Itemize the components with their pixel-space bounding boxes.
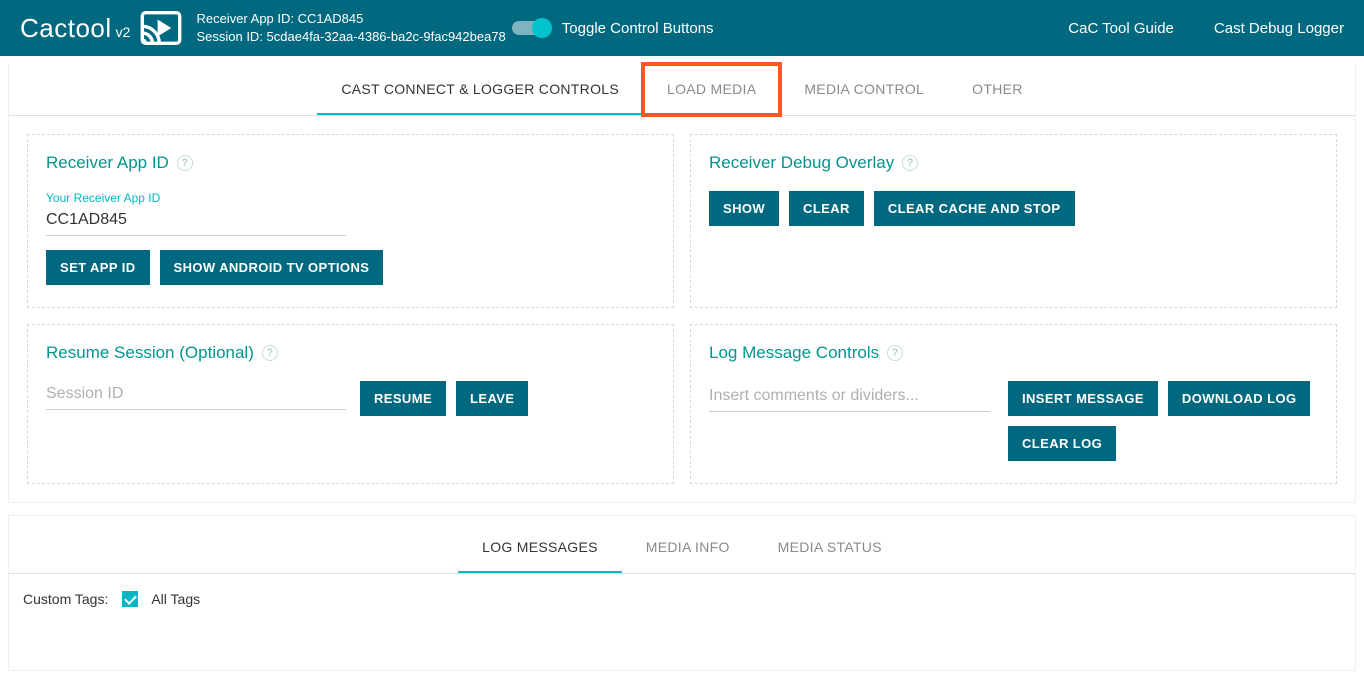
show-android-tv-options-button[interactable]: SHOW ANDROID TV OPTIONS [160,250,384,285]
session-ids: Receiver App ID: CC1AD845 Session ID: 5c… [196,10,505,46]
main-tabs: CAST CONNECT & LOGGER CONTROLS LOAD MEDI… [9,64,1355,116]
main-panel: CAST CONNECT & LOGGER CONTROLS LOAD MEDI… [8,64,1356,503]
card-title: Log Message Controls ? [709,343,1318,363]
help-icon[interactable]: ? [902,155,918,171]
toggle-switch-icon [512,21,548,35]
receiver-app-id-input[interactable] [46,207,346,236]
receiver-app-id-text: Receiver App ID: CC1AD845 [196,10,505,28]
show-button[interactable]: SHOW [709,191,779,226]
card-receiver-debug-overlay: Receiver Debug Overlay ? SHOW CLEAR CLEA… [690,134,1337,308]
card-title-text: Resume Session (Optional) [46,343,254,363]
card-title: Receiver App ID ? [46,153,655,173]
brand-main: Cactool [20,13,112,44]
clear-log-button[interactable]: CLEAR LOG [1008,426,1116,461]
card-title: Receiver Debug Overlay ? [709,153,1318,173]
clear-cache-and-stop-button[interactable]: CLEAR CACHE AND STOP [874,191,1075,226]
card-receiver-app-id: Receiver App ID ? Your Receiver App ID S… [27,134,674,308]
card-title-text: Receiver Debug Overlay [709,153,894,173]
card-title-text: Log Message Controls [709,343,879,363]
leave-button[interactable]: LEAVE [456,381,528,416]
log-tabs: LOG MESSAGES MEDIA INFO MEDIA STATUS [9,522,1355,574]
session-id-text: Session ID: 5cdae4fa-32aa-4386-ba2c-9fac… [196,28,505,46]
help-icon[interactable]: ? [177,155,193,171]
custom-tags-label: Custom Tags: [23,591,108,607]
tab-cast-connect[interactable]: CAST CONNECT & LOGGER CONTROLS [317,64,643,115]
cac-tool-guide-link[interactable]: CaC Tool Guide [1068,20,1174,37]
cast-debug-logger-link[interactable]: Cast Debug Logger [1214,20,1344,37]
tab-log-messages[interactable]: LOG MESSAGES [458,522,622,573]
card-resume-session: Resume Session (Optional) ? RESUME LEAVE [27,324,674,484]
brand-version: v2 [116,24,131,40]
all-tags-checkbox[interactable] [122,591,138,607]
receiver-app-id-field: Your Receiver App ID [46,191,346,236]
custom-tags-row: Custom Tags: All Tags [9,574,1355,610]
log-comment-input[interactable] [709,381,990,412]
session-id-input[interactable] [46,381,346,410]
cast-icon [140,11,182,45]
card-log-message-controls: Log Message Controls ? INSERT MESSAGE DO… [690,324,1337,484]
card-title: Resume Session (Optional) ? [46,343,655,363]
cards-grid: Receiver App ID ? Your Receiver App ID S… [9,116,1355,502]
field-label: Your Receiver App ID [46,191,346,205]
session-id-field [46,381,346,410]
app-header: Cactool v2 Receiver App ID: CC1AD845 Ses… [0,0,1364,56]
insert-message-button[interactable]: INSERT MESSAGE [1008,381,1158,416]
card-title-text: Receiver App ID [46,153,169,173]
set-app-id-button[interactable]: SET APP ID [46,250,150,285]
tab-media-info[interactable]: MEDIA INFO [622,522,754,573]
tab-load-media[interactable]: LOAD MEDIA [643,64,780,115]
toggle-control-buttons[interactable]: Toggle Control Buttons [512,20,714,37]
tab-media-status[interactable]: MEDIA STATUS [754,522,906,573]
download-log-button[interactable]: DOWNLOAD LOG [1168,381,1311,416]
brand: Cactool v2 [20,13,130,44]
all-tags-label: All Tags [151,591,200,607]
toggle-label: Toggle Control Buttons [562,20,714,37]
tab-other[interactable]: OTHER [948,64,1047,115]
tab-media-control[interactable]: MEDIA CONTROL [780,64,948,115]
help-icon[interactable]: ? [262,345,278,361]
log-panel: LOG MESSAGES MEDIA INFO MEDIA STATUS Cus… [8,515,1356,671]
help-icon[interactable]: ? [887,345,903,361]
clear-button[interactable]: CLEAR [789,191,864,226]
resume-button[interactable]: RESUME [360,381,446,416]
